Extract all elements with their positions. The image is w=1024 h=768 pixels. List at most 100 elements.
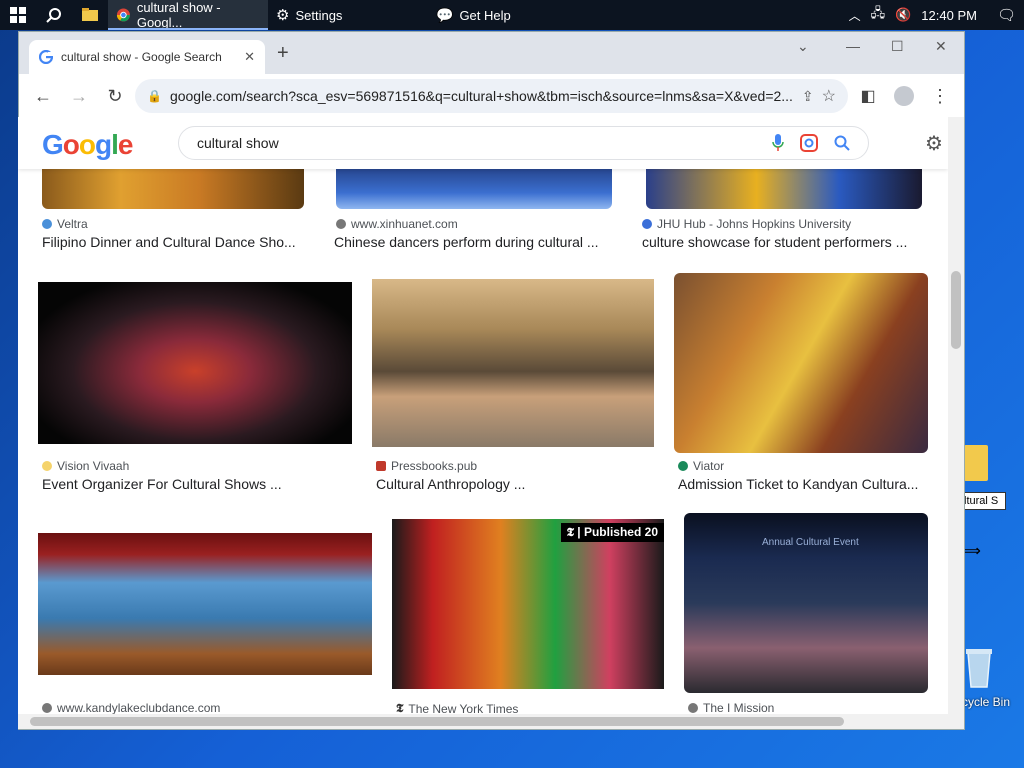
- nyt-published-badge: 𝕿 | Published 20: [560, 523, 664, 542]
- lock-icon: 🔒: [147, 89, 162, 103]
- search-button[interactable]: [36, 0, 72, 30]
- desktop-folder-icon[interactable]: [964, 445, 988, 481]
- badge-text: Published 20: [583, 525, 658, 539]
- recycle-bin-icon[interactable]: [962, 645, 996, 689]
- source-name: Veltra: [57, 217, 88, 231]
- reload-button[interactable]: ↻: [99, 80, 131, 112]
- settings-gear-icon[interactable]: ⚙: [925, 131, 943, 156]
- taskbar: cultural show - Googl... ⚙ Settings 💬 Ge…: [0, 0, 1024, 30]
- avatar-icon: [894, 86, 914, 106]
- lens-camera-icon[interactable]: [800, 134, 818, 152]
- result-caption[interactable]: Cultural Anthropology ...: [376, 476, 646, 492]
- taskbar-task-get-help[interactable]: 💬 Get Help: [428, 0, 578, 30]
- tab-title: cultural show - Google Search: [61, 50, 222, 64]
- result-source[interactable]: Veltra: [42, 217, 88, 231]
- favicon-icon: [376, 461, 386, 471]
- google-logo[interactable]: Google: [42, 129, 134, 161]
- toolbar: ← → ↻ 🔒 google.com/search?sca_esv=569871…: [19, 74, 964, 118]
- close-tab-icon[interactable]: ✕: [244, 49, 255, 65]
- result-image[interactable]: [372, 279, 654, 447]
- arrow-right-icon: →: [70, 85, 88, 106]
- taskbar-task-settings[interactable]: ⚙ Settings: [268, 0, 428, 30]
- bookmark-star-icon[interactable]: ☆: [822, 86, 836, 106]
- result-source[interactable]: Viator: [678, 459, 724, 473]
- folder-icon: [82, 8, 98, 21]
- favicon-icon: [642, 219, 652, 229]
- result-source[interactable]: Pressbooks.pub: [376, 459, 477, 473]
- search-icon: [46, 8, 61, 23]
- reload-icon: ↻: [107, 85, 123, 106]
- nyt-logo-icon: 𝕿: [566, 525, 574, 539]
- recycle-bin-label[interactable]: cycle Bin: [962, 695, 1010, 709]
- clock[interactable]: 12:40 PM: [921, 8, 977, 23]
- gear-icon: ⚙: [276, 7, 290, 24]
- result-source[interactable]: www.xinhuanet.com: [336, 217, 458, 231]
- taskbar-task-label: cultural show - Googl...: [136, 0, 221, 30]
- result-image[interactable]: [38, 282, 352, 444]
- result-image[interactable]: [674, 273, 928, 453]
- result-caption[interactable]: Event Organizer For Cultural Shows ...: [42, 476, 312, 492]
- source-name: www.xinhuanet.com: [351, 217, 458, 231]
- kebab-menu-icon: ⋮: [931, 85, 949, 106]
- globe-icon: [688, 703, 698, 713]
- source-name: The New York Times: [408, 701, 519, 715]
- chrome-icon: [116, 8, 130, 22]
- result-caption[interactable]: culture showcase for student performers …: [642, 234, 932, 250]
- search-query: cultural show: [197, 135, 279, 151]
- desktop-file-label[interactable]: ltural S: [962, 492, 1006, 510]
- search-input[interactable]: cultural show: [178, 126, 869, 160]
- close-window-button[interactable]: ✕: [935, 38, 947, 55]
- address-bar[interactable]: 🔒 google.com/search?sca_esv=569871516&q=…: [135, 79, 848, 113]
- vertical-scrollbar[interactable]: [948, 117, 964, 714]
- result-image[interactable]: 𝕿 | Published 20: [392, 519, 664, 689]
- source-name: www.kandylakeclubdance.com: [57, 701, 221, 714]
- result-caption[interactable]: Chinese dancers perform during cultural …: [334, 234, 624, 250]
- minimize-button[interactable]: —: [846, 38, 860, 54]
- result-caption[interactable]: Admission Ticket to Kandyan Cultura...: [678, 476, 924, 492]
- source-name: Pressbooks.pub: [391, 459, 478, 473]
- taskbar-task-chrome[interactable]: cultural show - Googl...: [108, 0, 268, 30]
- tab-google-search[interactable]: cultural show - Google Search ✕: [29, 40, 265, 74]
- google-header: Google cultural show ⚙: [18, 117, 948, 169]
- result-caption[interactable]: Filipino Dinner and Cultural Dance Sho..…: [42, 234, 312, 250]
- favicon-icon: [42, 461, 52, 471]
- result-source[interactable]: JHU Hub - Johns Hopkins University: [642, 217, 851, 231]
- result-source[interactable]: The I Mission: [688, 701, 774, 714]
- vertical-scrollbar-thumb[interactable]: [951, 271, 961, 349]
- favicon-icon: [42, 219, 52, 229]
- back-button[interactable]: ←: [27, 80, 59, 112]
- help-icon: 💬: [436, 6, 454, 23]
- network-icon[interactable]: 🖧: [871, 4, 886, 26]
- side-panel-button[interactable]: ◧: [852, 80, 884, 112]
- nyt-favicon-icon: 𝕿: [396, 701, 404, 714]
- menu-button[interactable]: ⋮: [924, 80, 956, 112]
- share-icon[interactable]: ⇪: [802, 88, 814, 105]
- horizontal-scrollbar-thumb[interactable]: [30, 717, 844, 726]
- result-source[interactable]: www.kandylakeclubdance.com: [42, 701, 220, 714]
- favicon-icon: [678, 461, 688, 471]
- event-banner: Annual Cultural Event: [762, 537, 859, 548]
- tab-strip: cultural show - Google Search ✕ + ⌄ — ☐ …: [19, 32, 964, 74]
- source-name: JHU Hub - Johns Hopkins University: [657, 217, 852, 231]
- notification-icon[interactable]: 🗨: [997, 6, 1016, 24]
- url-text: google.com/search?sca_esv=569871516&q=cu…: [169, 88, 793, 104]
- maximize-button[interactable]: ☐: [891, 38, 904, 55]
- start-button[interactable]: [0, 0, 36, 30]
- volume-muted-icon[interactable]: 🔇: [895, 7, 911, 23]
- result-source[interactable]: Vision Vivaah: [42, 459, 129, 473]
- search-icon[interactable]: [834, 135, 850, 151]
- file-explorer-button[interactable]: [72, 0, 108, 30]
- result-image[interactable]: Annual Cultural Event: [684, 513, 928, 693]
- forward-button[interactable]: →: [63, 80, 95, 112]
- logo-letter: e: [117, 129, 134, 160]
- tab-search-icon[interactable]: ⌄: [797, 38, 809, 55]
- profile-button[interactable]: [888, 80, 920, 112]
- new-tab-button[interactable]: +: [277, 42, 289, 65]
- logo-letter: l: [111, 129, 119, 160]
- result-source[interactable]: 𝕿 The New York Times: [396, 701, 518, 714]
- microphone-icon[interactable]: [772, 134, 784, 152]
- logo-letter: o: [62, 129, 80, 160]
- chevron-up-icon[interactable]: ︿: [849, 7, 861, 24]
- result-image[interactable]: [38, 533, 372, 675]
- side-panel-icon: ◧: [860, 88, 876, 105]
